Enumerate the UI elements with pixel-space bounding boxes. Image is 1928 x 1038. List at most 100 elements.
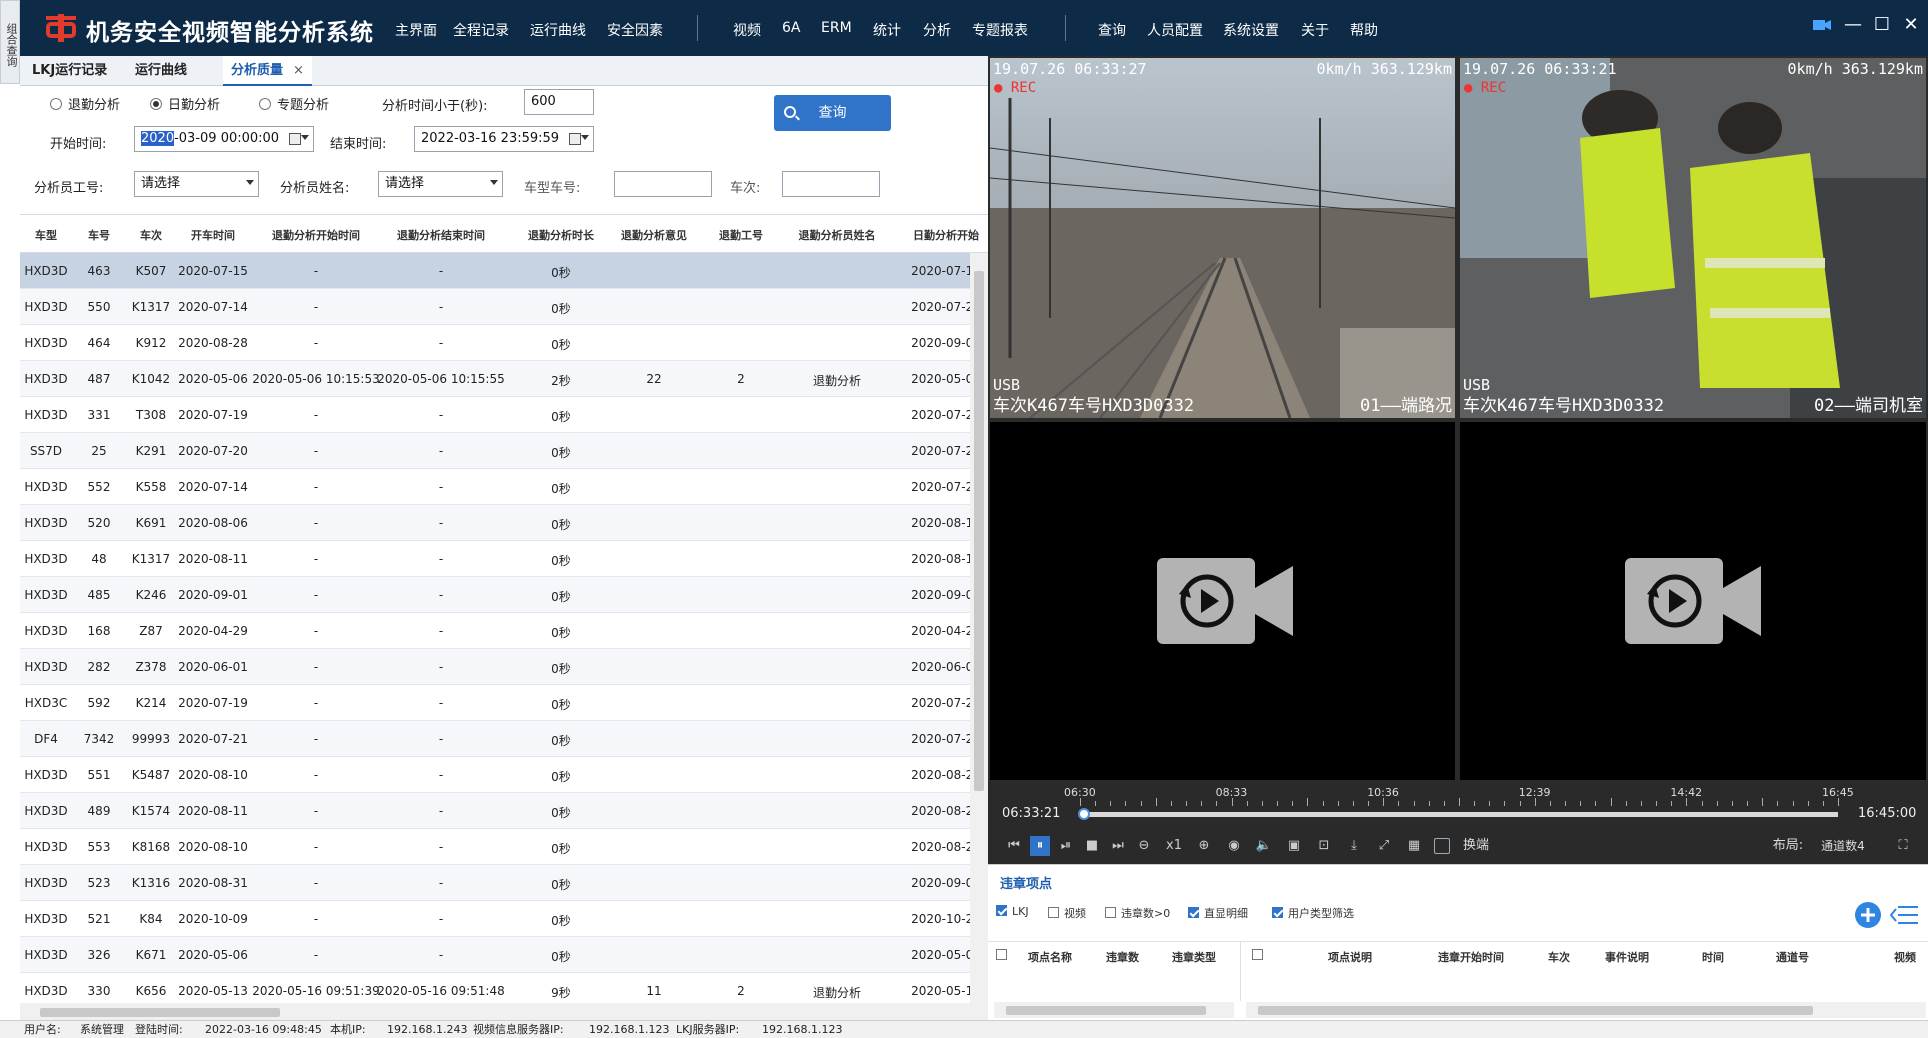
video-replay-icon[interactable] (1157, 558, 1293, 644)
analyst-name-select[interactable]: 请选择 (378, 171, 503, 197)
checkbox[interactable] (1105, 907, 1116, 918)
table-row[interactable]: SS7D 25 K291 2020-07-20- -0秒 2020-07-21 (20, 433, 981, 469)
layout-select[interactable]: 通道数4 (1808, 836, 1878, 856)
close-icon[interactable]: ✕ (1900, 14, 1922, 36)
step-icon[interactable]: ⏯ (1056, 836, 1076, 856)
menu-query[interactable]: 查询 (1098, 20, 1126, 40)
horizontal-scrollbar[interactable] (20, 1003, 988, 1020)
horizontal-scrollbar[interactable] (1246, 1002, 1926, 1018)
column-header[interactable]: 退勤分析开始时间 (246, 227, 386, 243)
checkbox[interactable] (1188, 907, 1199, 918)
video-replay-icon[interactable] (1625, 558, 1761, 644)
select-all-right[interactable] (1252, 949, 1268, 962)
radio-topic-analysis[interactable]: 专题分析 (259, 94, 329, 113)
collapse-icon[interactable] (1890, 903, 1920, 927)
timeline-handle[interactable] (1077, 808, 1090, 820)
menu-about[interactable]: 关于 (1301, 20, 1329, 40)
checkbox[interactable] (1252, 949, 1263, 960)
fullscreen-icon[interactable]: ⤢ (1374, 836, 1394, 856)
column-header[interactable]: 违章开始时间 (1438, 949, 1504, 965)
table-row[interactable]: HXD3D 551 K5487 2020-08-10- -0秒 2020-08-20 (20, 757, 981, 793)
timeline-track[interactable] (1080, 812, 1838, 817)
duration-input[interactable]: 600 (524, 89, 594, 115)
analyst-id-select[interactable]: 请选择 (134, 171, 259, 197)
calendar-icon[interactable] (569, 133, 581, 145)
menu-erm[interactable]: ERM (821, 20, 852, 36)
grid-icon[interactable]: ▦ (1404, 836, 1424, 856)
table-row[interactable]: HXD3D 282 Z378 2020-06-01- -0秒 2020-06-03 (20, 649, 981, 685)
volume-icon[interactable]: 🔈 (1254, 836, 1274, 856)
tab-lkj-record[interactable]: LKJ运行记录 (24, 56, 115, 86)
checkbox[interactable] (996, 905, 1007, 916)
menu-full-record[interactable]: 全程记录 (453, 20, 509, 40)
filter-checkbox[interactable]: 违章数>0 (1105, 905, 1170, 921)
menu-topic-report[interactable]: 专题报表 (972, 20, 1028, 40)
tab-close-icon[interactable]: × (293, 63, 304, 78)
menu-video[interactable]: 视频 (733, 20, 761, 40)
table-row[interactable]: DF4 7342 99993 2020-07-21- -0秒 2020-07-21 (20, 721, 981, 757)
column-header[interactable]: 日勤分析开始 (876, 227, 988, 243)
menu-staff-config[interactable]: 人员配置 (1147, 20, 1203, 40)
filter-checkbox[interactable]: 视频 (1048, 905, 1086, 921)
menu-main[interactable]: 主界面 (395, 20, 437, 40)
column-header[interactable]: 视频 (1894, 949, 1916, 965)
column-header[interactable]: 时间 (1702, 949, 1724, 965)
camera-view-1[interactable]: 19.07.26 06:33:27 0km/h 363.129km ● REC … (990, 58, 1455, 418)
end-time-input[interactable]: 2022-03-16 23:59:59 (414, 126, 594, 152)
table-row[interactable]: HXD3D 552 K558 2020-07-14- -0秒 2020-07-23 (20, 469, 981, 505)
table-row[interactable]: HXD3D 550 K1317 2020-07-14- -0秒 2020-07-23 (20, 289, 981, 325)
camera-view-2[interactable]: 19.07.26 06:33:21 0km/h 363.129km ● REC … (1460, 58, 1926, 418)
table-row[interactable]: HXD3D 485 K246 2020-09-01- -0秒 2020-09-09 (20, 577, 981, 613)
prev-icon[interactable]: ⏮ (1004, 836, 1024, 856)
record-icon[interactable]: ◉ (1224, 836, 1244, 856)
menu-system-settings[interactable]: 系统设置 (1223, 20, 1279, 40)
switch-end-checkbox[interactable] (1434, 838, 1450, 854)
menu-analysis[interactable]: 分析 (923, 20, 951, 40)
menu-safety-factor[interactable]: 安全因素 (607, 20, 663, 40)
table-row[interactable]: HXD3D 331 T308 2020-07-19- -0秒 2020-07-21 (20, 397, 981, 433)
horizontal-scrollbar[interactable] (994, 1002, 1234, 1018)
tab-run-curve[interactable]: 运行曲线 (127, 56, 195, 86)
menu-6a[interactable]: 6A (782, 20, 800, 36)
select-all-left[interactable] (996, 949, 1012, 962)
column-header[interactable]: 退勤分析结束时间 (371, 227, 511, 243)
camera-icon[interactable] (1811, 14, 1833, 36)
expand-icon[interactable]: ⛶ (1893, 836, 1913, 856)
scroll-thumb[interactable] (40, 1008, 280, 1017)
checkbox[interactable] (996, 949, 1007, 960)
menu-run-curve[interactable]: 运行曲线 (530, 20, 586, 40)
table-row[interactable]: HXD3D 523 K1316 2020-08-31- -0秒 2020-09-08 (20, 865, 981, 901)
column-header[interactable]: 项点名称 (1028, 949, 1072, 965)
chevron-down-icon[interactable] (301, 135, 309, 140)
table-row[interactable]: HXD3D 489 K1574 2020-08-11- -0秒 2020-08-20 (20, 793, 981, 829)
maximize-icon[interactable]: ☐ (1871, 14, 1893, 36)
filter-checkbox[interactable]: LKJ (996, 905, 1029, 918)
side-tab-combined-query[interactable]: 组合查询 (0, 0, 20, 84)
table-row[interactable]: HXD3C 592 K214 2020-07-19- -0秒 2020-07-21 (20, 685, 981, 721)
calendar-icon[interactable] (289, 133, 301, 145)
table-row[interactable]: HXD3D 464 K912 2020-08-28- -0秒 2020-09-01 (20, 325, 981, 361)
crop-icon[interactable]: ⊡ (1314, 836, 1334, 856)
chevron-down-icon[interactable] (246, 180, 254, 185)
column-header[interactable]: 通道号 (1776, 949, 1809, 965)
download-icon[interactable]: ⤓ (1344, 836, 1364, 856)
radio-off-duty-analysis[interactable]: 退勤分析 (50, 94, 120, 113)
menu-help[interactable]: 帮助 (1350, 20, 1378, 40)
camera-view-3[interactable] (990, 422, 1455, 780)
column-header[interactable]: 项点说明 (1328, 949, 1372, 965)
vertical-scrollbar[interactable] (970, 253, 988, 1003)
slow-down-icon[interactable]: ⊖ (1134, 836, 1154, 856)
column-header[interactable]: 车次 (1548, 949, 1570, 965)
snapshot-icon[interactable]: ▣ (1284, 836, 1304, 856)
table-row[interactable]: HXD3D 520 K691 2020-08-06- -0秒 2020-08-11 (20, 505, 981, 541)
model-input[interactable] (614, 171, 712, 197)
table-row[interactable]: HXD3D 487 K1042 2020-05-06 2020-05-06 10:15:… (20, 361, 981, 397)
column-header[interactable]: 违章数 (1106, 949, 1139, 965)
table-row[interactable]: HXD3D 326 K671 2020-05-06- -0秒 2020-05-06 (20, 937, 981, 973)
filter-checkbox[interactable]: 用户类型筛选 (1272, 905, 1354, 921)
checkbox[interactable] (1272, 907, 1283, 918)
camera-view-4[interactable] (1460, 422, 1926, 780)
scroll-thumb[interactable] (1258, 1006, 1813, 1015)
chevron-down-icon[interactable] (581, 135, 589, 140)
column-header[interactable]: 违章类型 (1172, 949, 1216, 965)
